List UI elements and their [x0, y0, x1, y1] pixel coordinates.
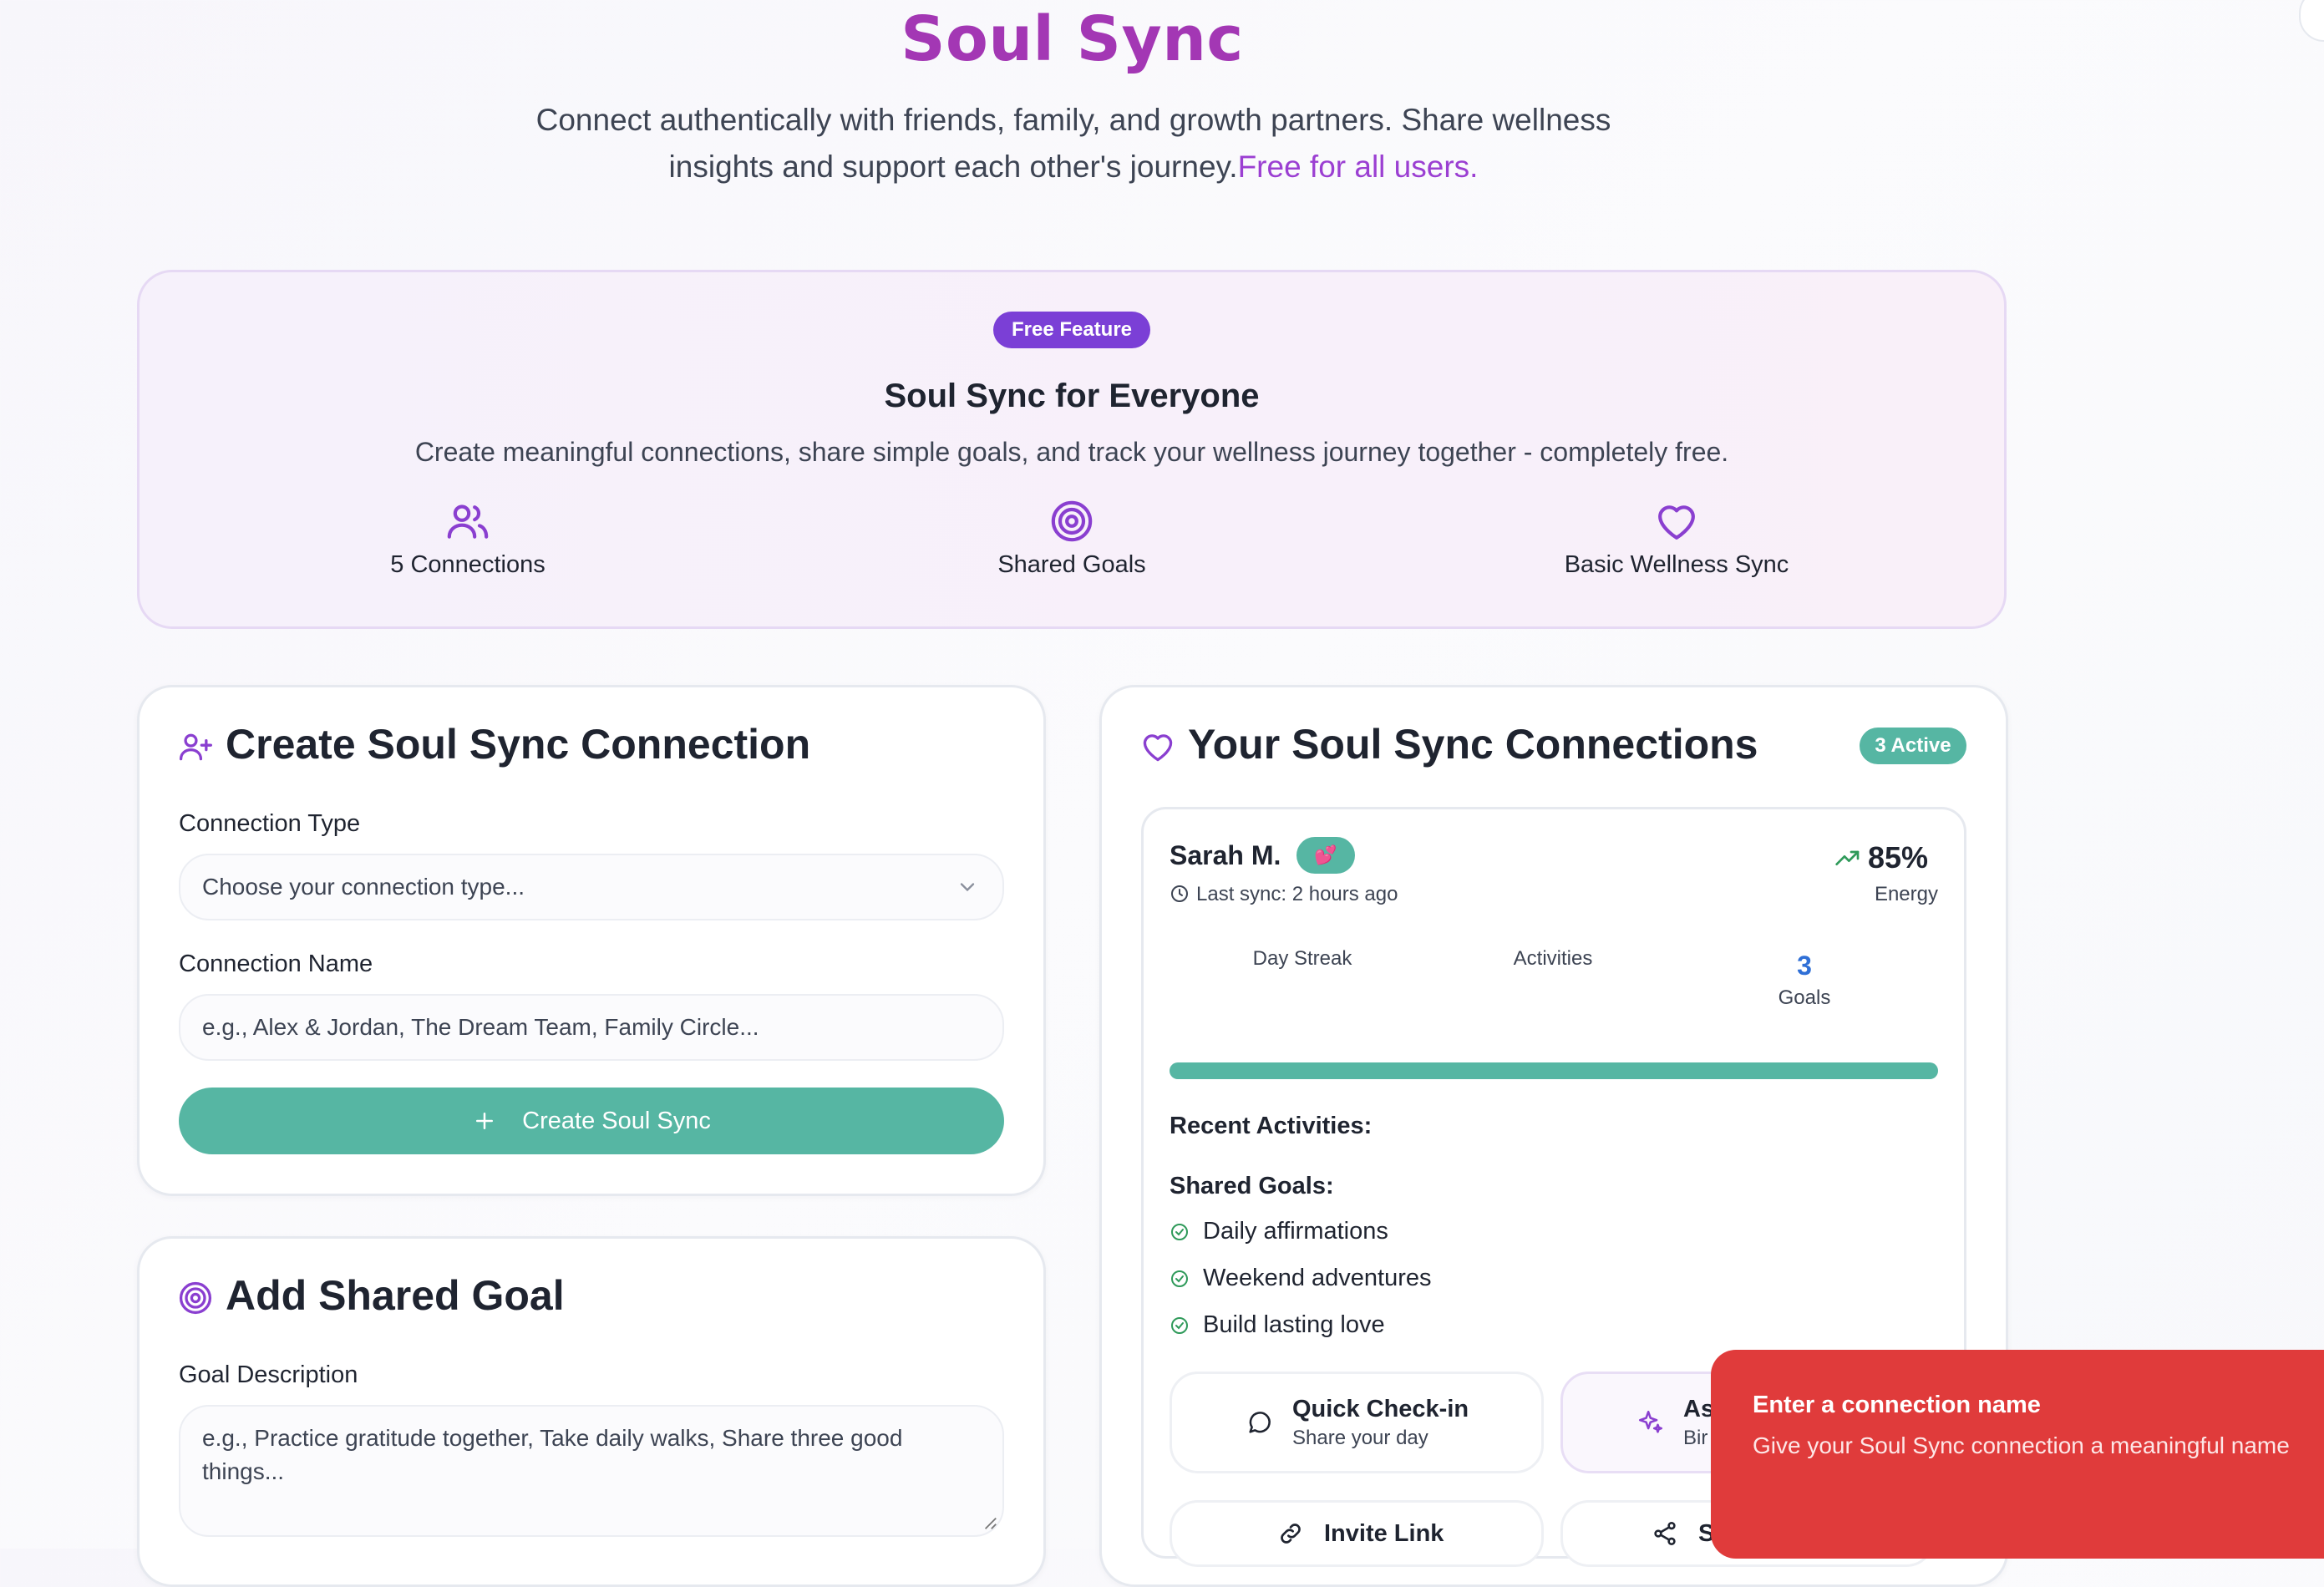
button-title: Quick Check-in: [1292, 1395, 1469, 1422]
banner-title: Soul Sync for Everyone: [884, 378, 1260, 414]
textarea-placeholder: e.g., Practice gratitude together, Take …: [202, 1425, 903, 1484]
energy-label: Energy: [1874, 883, 1938, 905]
feature-label: Shared Goals: [997, 551, 1146, 578]
heart-icon: [1143, 734, 1173, 762]
goal-text: Weekend adventures: [1203, 1265, 1432, 1291]
shared-goal-item: Weekend adventures: [1170, 1265, 1432, 1292]
stat-label: Activities: [1513, 947, 1593, 970]
goal-description-label: Goal Description: [179, 1361, 358, 1388]
input-placeholder: e.g., Alex & Jordan, The Dream Team, Fam…: [202, 1014, 759, 1040]
banner-description: Create meaningful connections, share sim…: [414, 437, 1729, 467]
trending-up-icon: [1835, 850, 1860, 865]
stat-goals: 3 Goals: [1679, 951, 1930, 1010]
check-circle-icon: [1171, 1223, 1188, 1240]
link-icon: [1281, 1524, 1301, 1544]
stat-value: 3: [1797, 951, 1812, 981]
connection-type-select[interactable]: Choose your connection type...: [179, 854, 1004, 920]
connection-name-label: Connection Name: [179, 951, 373, 977]
shared-goal-item: Daily affirmations: [1170, 1218, 1388, 1245]
stat-activities: Activities: [1428, 947, 1678, 971]
heart-icon: [1658, 505, 1695, 540]
button-title: As: [1683, 1395, 1715, 1422]
stat-label: Day Streak: [1252, 947, 1352, 970]
quick-check-in-button[interactable]: Quick Check-in Share your day: [1170, 1372, 1544, 1473]
button-label: Create Soul Sync: [522, 1107, 711, 1134]
last-sync-text: Last sync: 2 hours ago: [1196, 883, 1398, 905]
button-title: Invite Link: [1324, 1519, 1444, 1547]
button-text: Quick Check-in Share your day: [1292, 1396, 1469, 1450]
feature-connections: 5 Connections: [259, 498, 677, 579]
page-title: Soul Sync: [901, 3, 1244, 75]
error-toast[interactable]: Enter a connection name Give your Soul S…: [1711, 1350, 2324, 1559]
stat-label: Goals: [1778, 986, 1831, 1009]
invite-link-button[interactable]: Invite Link: [1170, 1500, 1544, 1567]
select-value: Choose your connection type...: [202, 874, 525, 900]
button-subtitle: Bir: [1683, 1426, 1708, 1449]
sparkles-icon: [1638, 1410, 1663, 1433]
target-icon: [1051, 500, 1093, 542]
sync-progress-bar: [1170, 1062, 1938, 1079]
shared-goals-label: Shared Goals:: [1170, 1173, 1334, 1199]
toast-message: Give your Soul Sync connection a meaning…: [1753, 1432, 2290, 1458]
button-subtitle: Share your day: [1292, 1426, 1428, 1449]
add-goal-title: Add Shared Goal: [226, 1272, 565, 1319]
feature-label: 5 Connections: [390, 551, 545, 578]
target-icon: [179, 1281, 212, 1315]
chevron-down-icon: [960, 883, 975, 892]
check-circle-icon: [1171, 1316, 1188, 1334]
create-soul-sync-button[interactable]: Create Soul Sync: [179, 1088, 1004, 1154]
check-circle-icon: [1171, 1270, 1188, 1287]
toast-title: Enter a connection name: [1753, 1392, 2041, 1418]
resize-handle-icon[interactable]: [982, 1515, 997, 1530]
create-card-title: Create Soul Sync Connection: [226, 721, 811, 768]
connection-name: Sarah M.: [1170, 840, 1281, 870]
page-subtitle: Connect authentically with friends, fami…: [535, 97, 1612, 190]
active-count-badge: 3 Active: [1860, 728, 1966, 764]
sync-progress-fill: [1170, 1062, 1938, 1079]
connection-type-label: Connection Type: [179, 810, 361, 837]
free-feature-badge: Free Feature: [993, 312, 1150, 348]
users-icon: [447, 504, 489, 539]
shared-goal-item: Build lasting love: [1170, 1311, 1385, 1339]
user-plus-icon: [179, 733, 212, 761]
share-icon: [1654, 1522, 1676, 1545]
feature-goals: Shared Goals: [863, 498, 1281, 579]
goal-text: Daily affirmations: [1203, 1218, 1388, 1245]
clock-icon: [1171, 885, 1188, 902]
stat-day-streak: Day Streak: [1177, 947, 1428, 971]
energy-value: 85%: [1868, 840, 1929, 875]
connections-title: Your Soul Sync Connections: [1188, 721, 1758, 768]
feature-wellness: Basic Wellness Sync: [1468, 498, 1885, 579]
plus-icon: [476, 1113, 494, 1129]
relationship-badge: 💕: [1296, 837, 1355, 874]
goal-description-textarea[interactable]: e.g., Practice gratitude together, Take …: [179, 1405, 1004, 1537]
feature-label: Basic Wellness Sync: [1564, 551, 1789, 578]
recent-activities-label: Recent Activities:: [1170, 1113, 1373, 1139]
floating-control-button[interactable]: [2299, 0, 2324, 42]
subtitle-accent: Free for all users.: [1237, 150, 1479, 184]
connection-name-input[interactable]: e.g., Alex & Jordan, The Dream Team, Fam…: [179, 994, 1004, 1061]
goal-text: Build lasting love: [1203, 1311, 1385, 1338]
button-text: As Bir: [1683, 1396, 1714, 1450]
message-circle-icon: [1249, 1412, 1271, 1433]
